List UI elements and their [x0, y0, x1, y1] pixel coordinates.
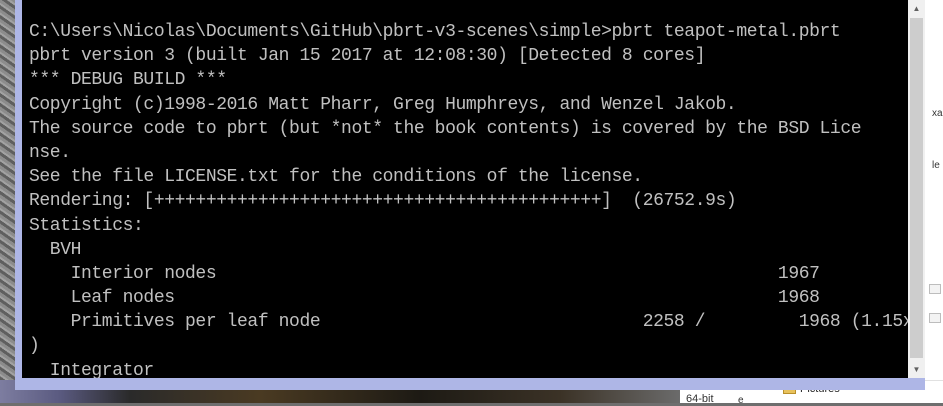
scroll-down-icon[interactable]: ▼	[908, 361, 925, 378]
console-line: Rendering: [++++++++++++++++++++++++++++…	[29, 191, 737, 212]
explorer-scroll-button[interactable]	[929, 313, 941, 323]
console-line: Integrator	[29, 360, 154, 378]
console-line: Statistics:	[29, 215, 144, 236]
console-line: See the file LICENSE.txt for the conditi…	[29, 167, 643, 188]
command-prompt-window[interactable]: C:\Users\Nicolas\Documents\GitHub\pbrt-v…	[15, 0, 925, 390]
explorer-status-text: 64-bit	[686, 393, 714, 405]
scroll-up-icon[interactable]: ▲	[908, 0, 925, 17]
explorer-text-fragment: xa	[932, 108, 943, 119]
scrollbar-thumb[interactable]	[910, 18, 923, 358]
console-line: nse.	[29, 142, 71, 163]
console-output-area[interactable]: C:\Users\Nicolas\Documents\GitHub\pbrt-v…	[22, 0, 908, 378]
console-line: BVH	[29, 239, 82, 260]
console-vertical-scrollbar[interactable]: ▲ ▼	[908, 0, 925, 378]
console-line: Copyright (c)1998-2016 Matt Pharr, Greg …	[29, 94, 737, 115]
console-line: Interior nodes 1967	[29, 263, 820, 284]
console-line: The source code to pbrt (but *not* the b…	[29, 118, 862, 139]
console-output-text: C:\Users\Nicolas\Documents\GitHub\pbrt-v…	[29, 20, 908, 378]
explorer-scroll-button[interactable]	[929, 284, 941, 294]
console-line: Primitives per leaf node 2258 / 1968 (1.…	[29, 312, 908, 333]
console-line: *** DEBUG BUILD ***	[29, 70, 227, 91]
console-line: Leaf nodes 1968	[29, 288, 820, 309]
explorer-text-fragment: le	[932, 160, 940, 171]
file-explorer-window: xa le	[925, 0, 943, 403]
console-line: )	[29, 336, 40, 357]
explorer-text-fragment: e	[738, 395, 744, 406]
console-line: pbrt version 3 (built Jan 15 2017 at 12:…	[29, 46, 706, 67]
console-line: C:\Users\Nicolas\Documents\GitHub\pbrt-v…	[29, 22, 841, 42]
